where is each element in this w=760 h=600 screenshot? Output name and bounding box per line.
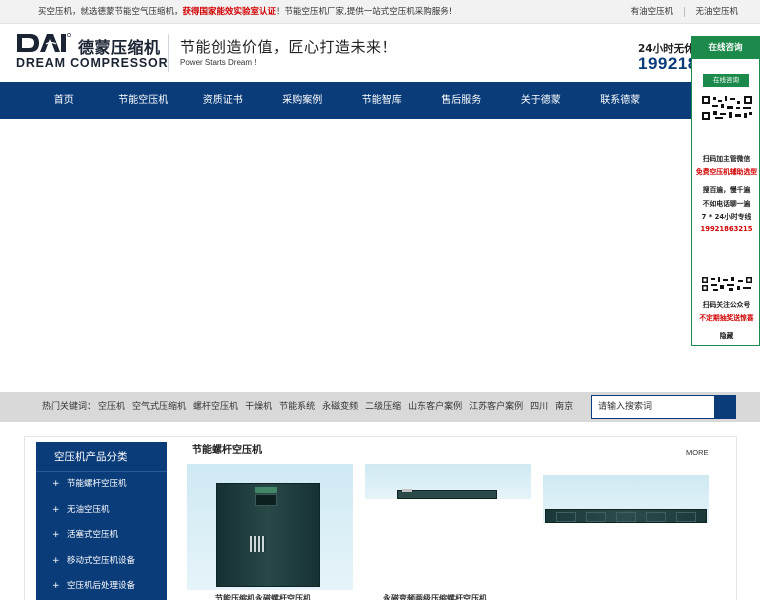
slogan-highlight: 获得国家能效实验室认证 — [182, 7, 277, 17]
nav-item-contact[interactable]: 联系德蒙 — [581, 82, 661, 119]
sidebar-item-label: 无油空压机 — [67, 504, 110, 515]
nav-item-knowledge[interactable]: 节能智库 — [342, 82, 422, 119]
public-account-line-1: 扫码关注公众号 — [702, 301, 751, 309]
page: 买空压机，就选德蒙节能空气压缩机，获得国家能效实验室认证！节能空压机厂家,提供一… — [0, 0, 760, 600]
keyword-link[interactable]: 节能系统 — [279, 402, 315, 412]
hot-keywords-label: 热门关键词： — [42, 402, 97, 412]
logo-cn-text: 德蒙压缩机 — [78, 38, 161, 57]
logo-mark-icon — [17, 33, 71, 52]
keyword-link[interactable]: 螺杆空压机 — [193, 402, 238, 412]
sidebar-item-mobile[interactable]: + 移动式空压机设备 — [36, 549, 167, 575]
sidebar-item-post-treatment[interactable]: + 空压机后处理设备 — [36, 574, 167, 600]
online-consult-button[interactable]: 在线咨询 — [703, 74, 749, 87]
keyword-link[interactable]: 山东客户案例 — [408, 402, 462, 412]
official-account-qr-code-icon — [701, 276, 753, 292]
sidebar-item-screw-compressor[interactable]: + 节能螺杆空压机 — [36, 472, 167, 498]
pitch-line-1: 搜百遍，慢千遍 — [702, 186, 751, 194]
sidebar-item-label: 移动式空压机设备 — [67, 555, 136, 566]
cabinet-door — [556, 512, 576, 522]
top-slogan: 买空压机，就选德蒙节能空气压缩机，获得国家能效实验室认证！节能空压机厂家,提供一… — [38, 0, 452, 24]
product-card-image[interactable] — [365, 464, 531, 499]
sidebar-item-label: 空压机后处理设备 — [67, 581, 136, 591]
sidebar-item-label: 活塞式空压机 — [67, 530, 119, 540]
wechat-line-1: 扫码加主管微信 — [702, 155, 751, 163]
product-card-image[interactable] — [187, 464, 353, 590]
nav-item-about[interactable]: 关于德蒙 — [501, 82, 581, 119]
plus-icon: + — [52, 479, 60, 489]
keyword-link[interactable]: 永磁变频 — [322, 402, 358, 412]
products-section-title: 节能螺杆空压机 — [192, 445, 262, 456]
header: 德蒙压缩机 DREAM COMPRESSOR 节能创造价值，匠心打造未来！ Po… — [0, 24, 760, 82]
machine-cap — [402, 489, 412, 492]
control-panel — [255, 494, 277, 506]
hotline-number: 199218 — [638, 54, 698, 73]
top-bar: 买空压机，就选德蒙节能空气压缩机，获得国家能效实验室认证！节能空压机厂家,提供一… — [0, 0, 760, 24]
cabinet-door — [586, 512, 606, 522]
pitch-line-2: 不如电话聊一遍 — [702, 200, 751, 208]
search-input[interactable] — [591, 395, 715, 419]
compressor-image — [545, 509, 707, 523]
plus-icon: + — [52, 504, 60, 515]
main-nav: 首页 节能空压机 资质证书 采购案例 节能智库 售后服务 关于德蒙 联系德蒙 — [0, 82, 760, 119]
slogan-text-left: 买空压机，就选德蒙节能空气压缩机， — [38, 7, 183, 17]
hot-keywords: 热门关键词： 空压机 空气式压缩机 螺杆空压机 干燥机 节能系统 永磁变频 二级压缩 山东客户案… — [42, 392, 580, 422]
hide-panel-button[interactable]: 隐藏 — [692, 330, 760, 340]
plus-icon: + — [52, 581, 60, 591]
nav-item-home[interactable]: 首页 — [24, 82, 104, 119]
sidebar-title: 空压机产品分类 — [36, 442, 167, 472]
top-link-oil-free-compressor[interactable]: 无油空压机 — [695, 7, 738, 17]
compressor-image — [397, 489, 497, 499]
search-button[interactable] — [715, 395, 736, 419]
sidebar-item-oil-free[interactable]: + 无油空压机 — [36, 498, 167, 524]
pitch-line-3: 7 * 24小时专线 — [701, 213, 752, 221]
top-links: 有油空压机 无油空压机 — [631, 0, 738, 24]
keyword-link[interactable]: 二级压缩 — [365, 402, 401, 412]
nav-item-purchase-cases[interactable]: 采购案例 — [263, 82, 343, 119]
keyword-link[interactable]: 南京 — [555, 402, 573, 412]
keyword-link[interactable]: 江苏客户案例 — [469, 402, 523, 412]
product-card-image[interactable] — [543, 475, 709, 523]
keyword-link[interactable]: 空压机 — [98, 402, 125, 412]
sidebar-item-label: 节能螺杆空压机 — [67, 479, 127, 489]
nav-item-energy-saving-compressor[interactable]: 节能空压机 — [104, 82, 184, 119]
cabinet-door — [616, 512, 636, 522]
hot-keywords-bar: 热门关键词： 空压机 空气式压缩机 螺杆空压机 干燥机 节能系统 永磁变频 二级压缩 山东客户案… — [0, 392, 760, 422]
plus-icon: + — [52, 530, 60, 540]
cabinet-door — [646, 512, 666, 522]
product-caption[interactable]: 节能压缩机永磁螺杆空压机 — [215, 594, 311, 600]
hotline-phone[interactable]: 19921863215 — [692, 225, 760, 233]
logo-en-text: DREAM COMPRESSOR — [16, 56, 169, 70]
plus-icon: + — [52, 555, 60, 566]
qr-code-icon — [250, 536, 266, 552]
keyword-link[interactable]: 空气式压缩机 — [132, 402, 186, 412]
wechat-qr-code-icon — [701, 95, 753, 121]
more-link[interactable]: MORE — [686, 448, 709, 457]
keyword-link[interactable]: 四川 — [530, 402, 548, 412]
top-link-oil-compressor[interactable]: 有油空压机 — [631, 7, 674, 17]
sidebar-item-piston[interactable]: + 活塞式空压机 — [36, 523, 167, 549]
product-caption[interactable]: 永磁变频两级压缩螺杆空压机 — [383, 594, 487, 600]
banner — [0, 119, 760, 392]
product-category-sidebar: 空压机产品分类 + 节能螺杆空压机 + 无油空压机 + 活塞式空压机 + 移动式空压机设… — [36, 442, 167, 600]
top-link-divider — [683, 6, 685, 17]
consult-panel-title: 在线咨询 — [692, 37, 759, 59]
logo[interactable]: 德蒙压缩机 DREAM COMPRESSOR — [16, 32, 168, 76]
nav-item-certificates[interactable]: 资质证书 — [183, 82, 263, 119]
wechat-line-2: 免费空压机辅助选型 — [695, 168, 758, 176]
nav-item-after-sales[interactable]: 售后服务 — [422, 82, 502, 119]
compressor-image — [216, 483, 320, 587]
brand-mark — [255, 487, 277, 493]
search-box — [591, 395, 736, 419]
cabinet-door — [676, 512, 696, 522]
keyword-link[interactable]: 干燥机 — [245, 402, 272, 412]
online-consult-panel: 在线咨询 在线咨询 扫码加主管微信 免费空压机辅助选型 搜百遍，慢千遍 不如电话… — [691, 36, 760, 346]
header-tagline: 节能创造价值，匠心打造未来！ — [180, 38, 398, 56]
slogan-text-right: ！节能空压机厂家,提供一站式空压机采购服务! — [276, 7, 453, 17]
public-account-line-2: 不定期抽奖送惊喜 — [699, 314, 754, 322]
header-divider — [168, 34, 169, 72]
header-tagline-en: Power Starts Dream ! — [180, 58, 257, 67]
